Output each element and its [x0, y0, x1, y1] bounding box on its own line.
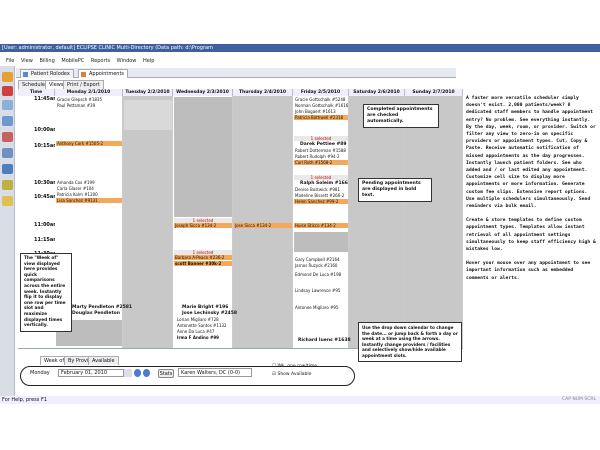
- appointment[interactable]: Lindsay Lawrence #95: [294, 288, 348, 293]
- appointment[interactable]: Carla Glaser #104: [56, 186, 122, 191]
- unavailable-block: [124, 100, 172, 130]
- day-header-thursday[interactable]: Thursday 2/4/2010: [233, 89, 293, 96]
- appointment[interactable]: Robert Rudolph #94-2: [294, 154, 348, 159]
- pending-appointment[interactable]: Jose Lechinsky #2458: [182, 311, 237, 316]
- feature-paragraph: Create & store templates to define custo…: [466, 218, 596, 253]
- menu-reports[interactable]: Reports: [91, 58, 110, 64]
- sub-tabs: Schedule Views Print / Export: [18, 80, 138, 89]
- callout-completed: Completed appointments are checked autom…: [363, 104, 439, 128]
- tab-patient-rolodex[interactable]: Patient Rolodex: [20, 69, 74, 78]
- claims-icon[interactable]: [2, 148, 13, 158]
- appointment[interactable]: Huise Sticco #134-2: [294, 223, 348, 228]
- day-column-sunday[interactable]: [405, 96, 463, 348]
- appointment[interactable]: Antonee Migliaro #95: [294, 305, 348, 310]
- help-hint: For Help, press F1: [2, 397, 48, 403]
- appointment[interactable]: Anne Da Luca #47: [176, 329, 232, 334]
- menu-billing[interactable]: Billing: [39, 58, 54, 64]
- time-header: Time: [18, 89, 55, 96]
- appointment[interactable]: Denise Bostwick #981: [294, 187, 348, 192]
- tab-label: Patient Rolodex: [31, 71, 70, 77]
- reports-icon[interactable]: [2, 180, 13, 190]
- selection-count: 1 selected: [294, 136, 348, 141]
- appointment[interactable]: Lisa Sanchez #9131: [56, 198, 122, 203]
- feature-paragraph: A faster more versatile scheduler simply…: [466, 96, 596, 210]
- appointment[interactable]: Anthony Cork #1505-2: [56, 141, 122, 146]
- tab-print-export[interactable]: Print / Export: [63, 80, 104, 89]
- appointment[interactable]: John Bogaert #1613: [294, 109, 348, 114]
- menu-mobilepc[interactable]: MobilePC: [61, 58, 84, 64]
- day-column-tuesday[interactable]: [123, 96, 173, 348]
- day-header-monday[interactable]: Monday 2/1/2010: [55, 89, 123, 96]
- schedule-icon[interactable]: [2, 164, 13, 174]
- appointment[interactable]: Paul Pettsman #39: [56, 103, 122, 108]
- appointment[interactable]: Patricia Kolm #1200: [56, 192, 122, 197]
- appointment[interactable]: Carl Ruth #1568-2: [294, 160, 348, 165]
- menu-window[interactable]: Window: [117, 58, 137, 64]
- pending-appointment[interactable]: Douglas Pendleton: [72, 311, 120, 316]
- unavailable-block: [294, 232, 348, 252]
- notes-icon[interactable]: [2, 196, 13, 206]
- callout-pending: Pending appointments are displayed in bo…: [358, 178, 432, 202]
- pending-appointment[interactable]: Darek Pettiee #89: [300, 142, 347, 147]
- menu-file[interactable]: File: [6, 58, 14, 64]
- menu-bar: File View Billing MobilePC Reports Windo…: [0, 57, 600, 66]
- keyboard-status: CAP NUM SCRL: [562, 397, 596, 402]
- tab-label: Appointments: [89, 71, 125, 77]
- appointment[interactable]: Jarnos Ruzyck #2160: [294, 263, 348, 268]
- appointment[interactable]: Helen Sanchez #99-2: [294, 199, 348, 204]
- status-bar: For Help, press F1: [0, 396, 600, 404]
- window-titlebar: [User: administrator, default] ECLIPSE C…: [0, 44, 600, 52]
- day-header-sunday[interactable]: Sunday 2/7/2010: [405, 89, 463, 96]
- tab-appointments[interactable]: Appointments: [78, 69, 129, 78]
- appointment[interactable]: Antonette Santos #1132: [176, 323, 232, 328]
- appointment[interactable]: Amanda Cox #199: [56, 180, 122, 185]
- calendar-icon[interactable]: [2, 86, 13, 96]
- appointment[interactable]: Gracie Glepsch #1835: [56, 97, 122, 102]
- ledger-icon[interactable]: [2, 132, 13, 142]
- appointment[interactable]: Madeline Bissett #266-2: [294, 193, 348, 198]
- menu-view[interactable]: View: [21, 58, 33, 64]
- document-tabs: Patient Rolodex Appointments: [16, 68, 456, 78]
- pending-appointment[interactable]: Richard Iuens #1638: [298, 338, 351, 343]
- appointment[interactable]: Jose Sicca #134-2: [234, 223, 292, 228]
- appointment[interactable]: Lorian Migliaro #728: [176, 317, 232, 322]
- appointment[interactable]: Gracie Gottschalk #5248: [294, 97, 348, 102]
- pending-appointment[interactable]: Marie Bright #196: [182, 305, 228, 310]
- appointment[interactable]: Gary Campbell #2164: [294, 257, 348, 262]
- callout-week-view: The "Week of" view displayed here provid…: [20, 253, 72, 332]
- day-column-saturday[interactable]: [349, 96, 405, 348]
- appointment[interactable]: Robert Dotterman #1588: [294, 148, 348, 153]
- day-header-saturday[interactable]: Saturday 2/6/2010: [349, 89, 405, 96]
- rolodex-icon: [23, 72, 28, 77]
- unavailable-block: [174, 97, 232, 217]
- search-icon[interactable]: [2, 116, 13, 126]
- day-column-friday[interactable]: [293, 96, 349, 348]
- controls-highlight-ellipse: [20, 366, 355, 386]
- patient-icon[interactable]: [2, 100, 13, 110]
- feature-description: A faster more versatile scheduler simply…: [466, 95, 596, 395]
- day-column-thursday[interactable]: [233, 96, 293, 348]
- pending-appointment[interactable]: Ralph Soleim #166: [300, 181, 348, 186]
- appointment[interactable]: Irma F Andino #99: [176, 335, 232, 340]
- appointment[interactable]: Norman Gottschalk #1616: [294, 103, 348, 108]
- appointment[interactable]: Patricia Bothwell #2318: [294, 115, 348, 120]
- appointment[interactable]: Barbara A-Peace #236-2: [174, 255, 232, 260]
- appointment[interactable]: scott Banner #30k-2: [174, 261, 232, 266]
- menu-help[interactable]: Help: [143, 58, 154, 64]
- pending-appointment[interactable]: Marty Pendleton #2581: [72, 305, 132, 310]
- appointment[interactable]: Edmond De Luca #198: [294, 272, 348, 277]
- side-toolbar: [0, 66, 15, 396]
- day-header-tuesday[interactable]: Tuesday 2/2/2010: [123, 89, 173, 96]
- folder-icon[interactable]: [2, 72, 13, 82]
- appointments-icon: [81, 72, 86, 77]
- feature-paragraph: Hover your mouse over any appointment to…: [466, 261, 591, 281]
- day-header-friday[interactable]: Friday 2/5/2010: [293, 89, 349, 96]
- day-header-wednesday[interactable]: Wednesday 2/3/2010: [173, 89, 233, 96]
- selection-count: 1 selected: [294, 175, 348, 180]
- appointment[interactable]: Joseph Sicca #134-2: [174, 223, 232, 228]
